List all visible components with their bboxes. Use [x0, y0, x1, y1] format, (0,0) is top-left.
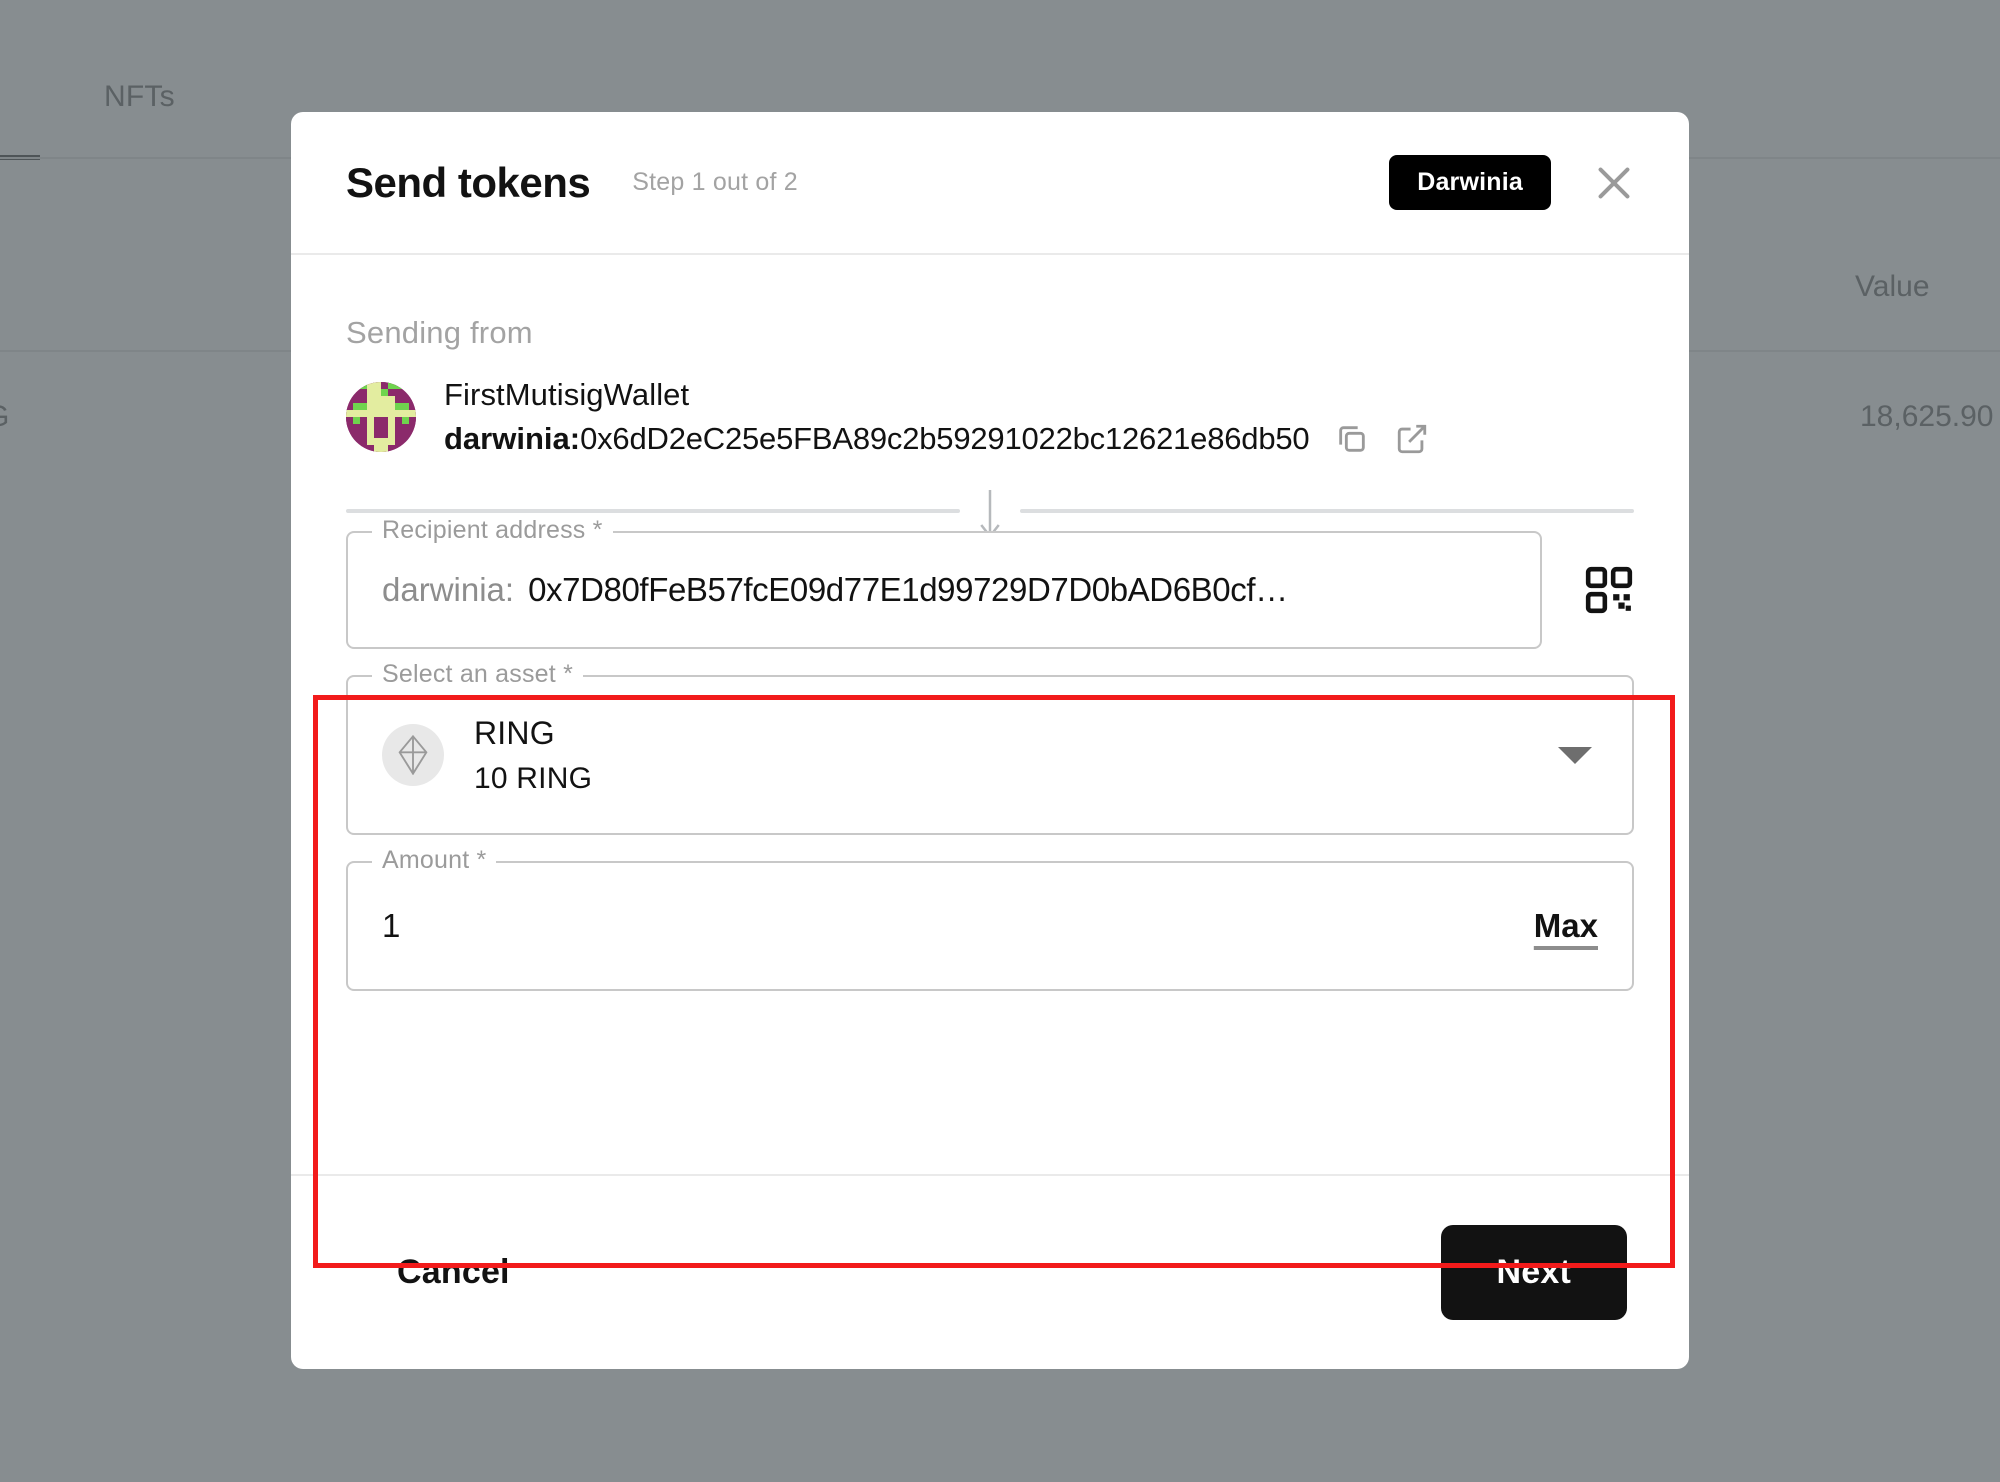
chevron-down-icon[interactable] — [1558, 746, 1592, 764]
max-button[interactable]: Max — [1534, 907, 1598, 945]
background-cell-symbol: G — [0, 400, 9, 434]
recipient-row: Recipient address * darwinia: 0x7D80fFeB… — [346, 516, 1634, 649]
recipient-address-input[interactable]: Recipient address * darwinia: 0x7D80fFeB… — [346, 516, 1542, 649]
divider-line-right — [1020, 509, 1634, 513]
close-icon[interactable] — [1591, 160, 1637, 206]
external-link-icon[interactable] — [1395, 422, 1429, 456]
sender-address-row: darwinia: 0x6dD2eC25e5FBA89c2b59291022bc… — [444, 421, 1429, 457]
send-tokens-dialog: Send tokens Step 1 out of 2 Darwinia Sen… — [291, 112, 1689, 1369]
divider-line-left — [346, 509, 960, 513]
copy-icon[interactable] — [1335, 422, 1369, 456]
sender-row: FirstMutisigWallet darwinia: 0x6dD2eC25e… — [346, 377, 1634, 457]
page-title: Send tokens — [346, 158, 591, 206]
identicon-svg — [346, 382, 416, 452]
recipient-address-label: Recipient address * — [372, 516, 613, 545]
recipient-address-value: 0x7D80fFeB57fcE09d77E1d99729D7D0bAD6B0cf… — [528, 571, 1288, 608]
chain-badge[interactable]: Darwinia — [1389, 155, 1551, 210]
asset-details: RING 10 RING — [474, 715, 592, 796]
sender-address-value: 0x6dD2eC25e5FBA89c2b59291022bc12621e86db… — [580, 421, 1310, 456]
ring-token-icon — [382, 724, 444, 786]
background-column-header-value: Value — [1855, 270, 1930, 303]
recipient-address-prefix: darwinia: — [382, 571, 515, 608]
next-button[interactable]: Next — [1440, 1225, 1627, 1320]
background-cell-value: 18,625.90 — [1860, 400, 1994, 433]
amount-input[interactable]: Amount * 1 Max — [346, 846, 1634, 991]
sending-from-label: Sending from — [346, 315, 533, 350]
cancel-button[interactable]: Cancel — [397, 1253, 510, 1292]
dialog-body: Sending from FirstMutisigWallet darwinia… — [291, 255, 1689, 1268]
dialog-header: Send tokens Step 1 out of 2 Darwinia — [291, 112, 1689, 255]
sender-address-prefix: darwinia: — [444, 421, 581, 456]
qr-code-icon[interactable] — [1584, 565, 1634, 615]
background-tab-nfts: NFTs — [104, 80, 175, 113]
asset-select-label: Select an asset * — [372, 660, 584, 689]
sender-details: FirstMutisigWallet darwinia: 0x6dD2eC25e… — [444, 377, 1429, 457]
amount-label: Amount * — [372, 846, 497, 875]
sender-wallet-name: FirstMutisigWallet — [444, 377, 690, 412]
amount-value: 1 — [382, 907, 401, 944]
asset-balance: 10 RING — [474, 761, 593, 795]
asset-symbol: RING — [474, 714, 555, 751]
dialog-footer: Cancel Next — [291, 1174, 1689, 1369]
avatar — [346, 382, 416, 452]
step-indicator: Step 1 out of 2 — [632, 168, 798, 196]
asset-select[interactable]: Select an asset * RING 10 RING — [346, 660, 1634, 835]
